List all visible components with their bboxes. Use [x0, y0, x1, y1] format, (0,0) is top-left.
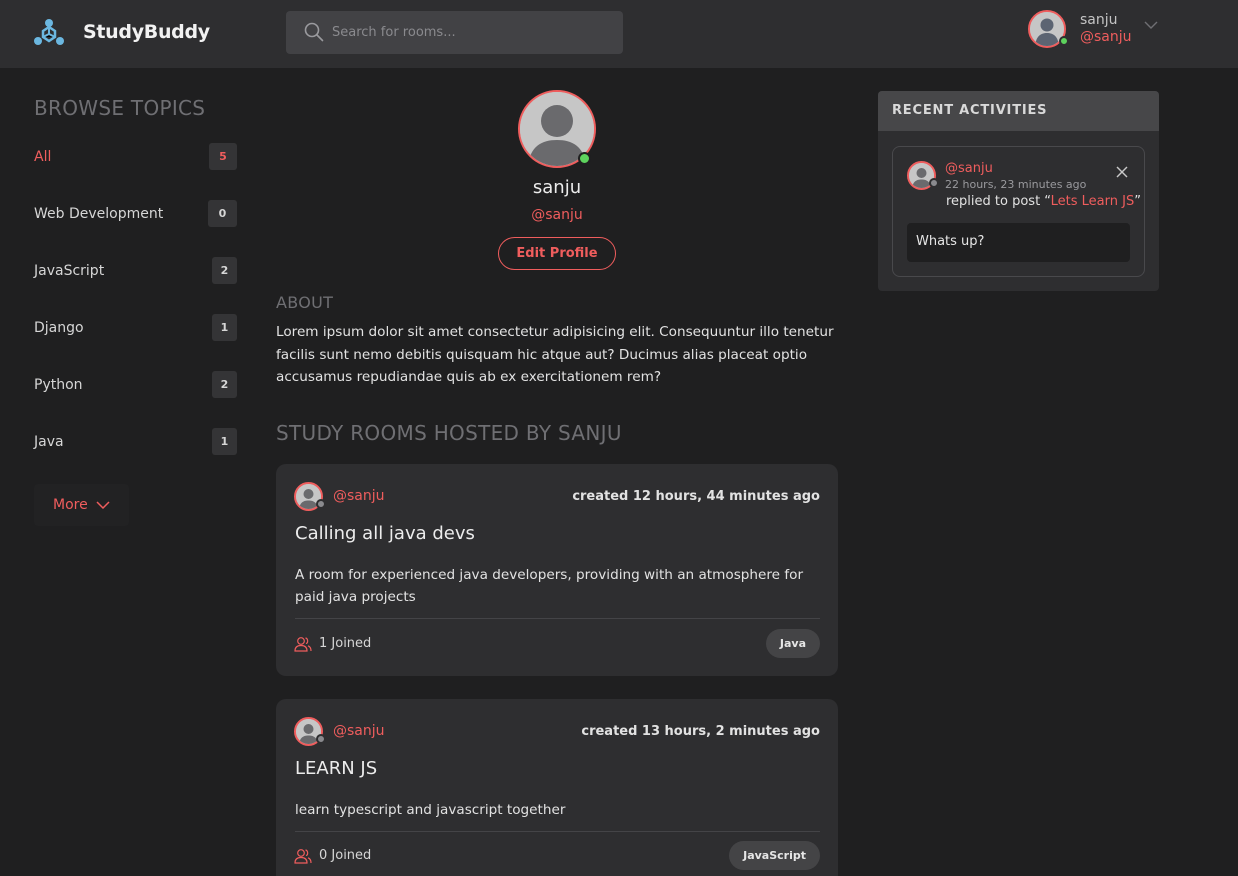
edit-profile-button[interactable]: Edit Profile: [498, 237, 616, 270]
topic-item-java[interactable]: Java 1: [34, 428, 237, 458]
top-navbar: StudyBuddy sanju @sanju: [0, 0, 1238, 68]
profile-handle: @sanju: [531, 207, 583, 223]
room-created-time: created 13 hours, 2 minutes ago: [581, 724, 820, 739]
topic-label: Python: [34, 377, 83, 393]
topic-item-web-development[interactable]: Web Development 0: [34, 200, 237, 230]
more-topics-button[interactable]: More: [34, 484, 129, 526]
online-status-dot: [578, 152, 591, 165]
room-description: learn typescript and javascript together: [295, 802, 566, 818]
activity-item: @sanju 22 hours, 23 minutes ago replied …: [892, 146, 1145, 277]
activity-reply-text: Whats up?: [916, 234, 985, 249]
brand-name[interactable]: StudyBuddy: [83, 21, 210, 43]
browse-topics-title: BROWSE TOPICS: [34, 96, 206, 120]
offline-status-dot: [929, 178, 939, 188]
room-created-time: created 12 hours, 44 minutes ago: [572, 489, 820, 504]
offline-status-dot: [316, 734, 326, 744]
room-description: A room for experienced java developers, …: [295, 567, 804, 605]
room-topic-tag[interactable]: Java: [765, 629, 820, 658]
user-menu-name: sanju: [1080, 12, 1118, 28]
topic-count-badge: 0: [208, 200, 237, 227]
topic-item-all[interactable]: All 5: [34, 143, 237, 173]
people-icon: [294, 849, 312, 864]
search-icon: [304, 22, 324, 42]
activity-action-prefix: replied to post “: [946, 194, 1051, 209]
topic-count-badge: 5: [209, 143, 237, 170]
topic-count-badge: 2: [212, 371, 237, 398]
topic-label: JavaScript: [34, 263, 105, 279]
room-divider: [295, 831, 820, 832]
activity-post-link[interactable]: Lets Learn JS: [1051, 194, 1135, 209]
topic-label: Django: [34, 320, 84, 336]
topic-count-badge: 1: [212, 314, 237, 341]
topic-label: Web Development: [34, 206, 164, 222]
topic-count-badge: 2: [212, 257, 237, 284]
recent-activities-title: RECENT ACTIVITIES: [892, 103, 1048, 118]
close-icon[interactable]: [1115, 165, 1129, 179]
room-card: @sanju created 13 hours, 2 minutes ago L…: [276, 699, 838, 876]
room-host-handle[interactable]: @sanju: [333, 723, 385, 739]
topic-item-javascript[interactable]: JavaScript 2: [34, 257, 237, 287]
user-menu-handle: @sanju: [1080, 29, 1132, 45]
room-title[interactable]: Calling all java devs: [295, 523, 475, 544]
room-divider: [295, 618, 820, 619]
chevron-down-icon: [96, 501, 110, 510]
topic-count-badge: 1: [212, 428, 237, 455]
hosted-rooms-heading: STUDY ROOMS HOSTED BY SANJU: [276, 421, 622, 445]
room-joined-count: 0 Joined: [319, 848, 372, 863]
recent-activities-panel: RECENT ACTIVITIES @sanju 22 hours, 23 mi…: [878, 91, 1159, 291]
room-card: @sanju created 12 hours, 44 minutes ago …: [276, 464, 838, 676]
search-bar[interactable]: [286, 11, 623, 54]
about-text: Lorem ipsum dolor sit amet consectetur a…: [276, 324, 834, 385]
topic-label: Java: [34, 434, 64, 450]
activity-action-suffix: ”: [1134, 194, 1141, 209]
activity-action-text: replied to post “Lets Learn JS”: [946, 194, 1141, 209]
activity-time: 22 hours, 23 minutes ago: [945, 178, 1087, 191]
activity-reply-box: Whats up?: [907, 223, 1130, 262]
online-status-dot: [1059, 36, 1069, 46]
topic-item-django[interactable]: Django 1: [34, 314, 237, 344]
studybuddy-logo-icon[interactable]: [33, 17, 65, 49]
activity-user-handle[interactable]: @sanju: [945, 161, 993, 176]
room-host-handle[interactable]: @sanju: [333, 488, 385, 504]
people-icon: [294, 637, 312, 652]
room-joined-count: 1 Joined: [319, 636, 372, 651]
offline-status-dot: [316, 499, 326, 509]
profile-name: sanju: [532, 177, 582, 198]
user-menu[interactable]: sanju @sanju: [1028, 10, 1168, 52]
recent-activities-header: RECENT ACTIVITIES: [878, 91, 1159, 131]
topic-item-python[interactable]: Python 2: [34, 371, 237, 401]
more-topics-label: More: [53, 497, 88, 513]
room-title[interactable]: LEARN JS: [295, 758, 377, 779]
about-heading: ABOUT: [276, 293, 334, 312]
search-input[interactable]: [332, 11, 612, 54]
topic-label: All: [34, 149, 52, 165]
chevron-down-icon[interactable]: [1144, 20, 1158, 30]
room-topic-tag[interactable]: JavaScript: [729, 841, 820, 870]
